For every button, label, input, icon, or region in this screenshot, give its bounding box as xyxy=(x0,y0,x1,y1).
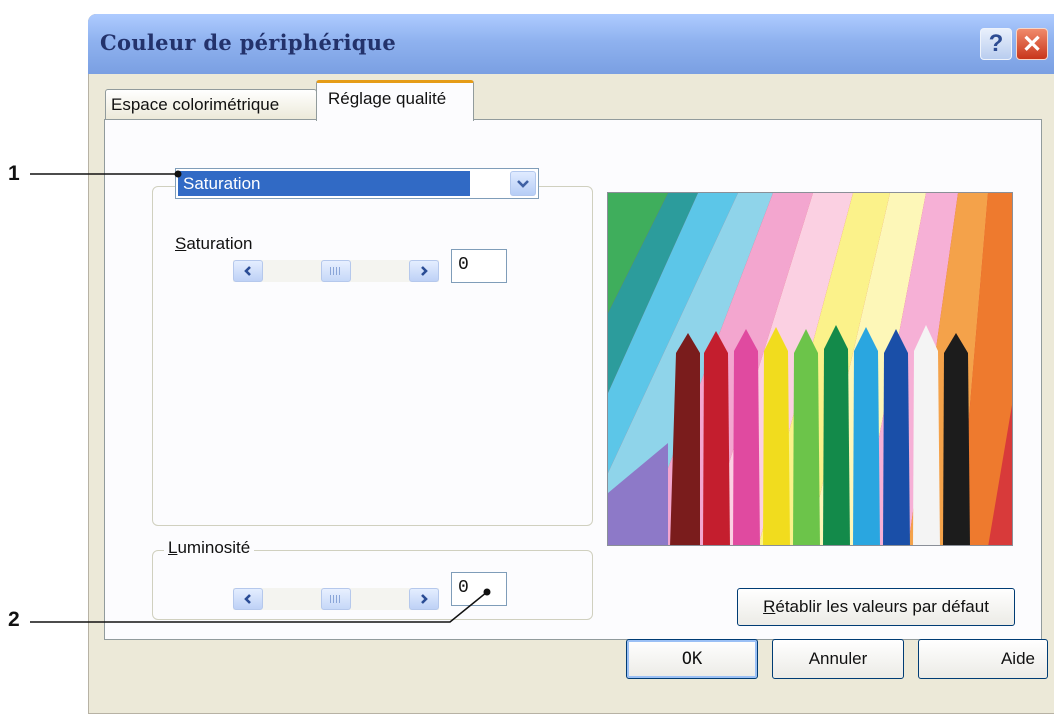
chevron-left-icon[interactable] xyxy=(233,588,263,610)
chevron-down-icon[interactable] xyxy=(510,171,536,196)
help-title-button[interactable]: ? xyxy=(980,28,1012,60)
saturation-value-field[interactable]: 0 xyxy=(451,249,507,283)
saturation-slider-thumb[interactable] xyxy=(321,260,351,282)
tab-reglage-qualite[interactable]: Réglage qualité xyxy=(316,80,474,121)
window-title: Couleur de périphérique xyxy=(100,30,396,55)
chevron-left-icon[interactable] xyxy=(233,260,263,282)
reset-defaults-button[interactable]: Rétablir les valeurs par défaut xyxy=(737,588,1015,626)
chevron-right-icon[interactable] xyxy=(409,588,439,610)
ok-button[interactable]: OK xyxy=(626,639,758,679)
adjustment-dropdown[interactable]: Saturation xyxy=(175,168,539,199)
dropdown-selected-value: Saturation xyxy=(178,171,470,196)
luminosity-slider[interactable] xyxy=(233,588,439,610)
preview-image xyxy=(607,192,1013,546)
crayons-preview-image xyxy=(608,193,1012,545)
luminosity-value-field[interactable]: 0 xyxy=(451,572,507,606)
tab-espace-colorimetrique[interactable]: Espace colorimétrique xyxy=(105,89,317,120)
tab-panel: Saturation Saturation 0 Luminosité 0 R é… xyxy=(104,119,1042,640)
callout-2: 2 xyxy=(8,608,20,631)
saturation-label: Saturation xyxy=(175,234,253,253)
dialog-window: Couleur de périphérique ? ✕ Espace color… xyxy=(88,14,1054,714)
chevron-right-icon[interactable] xyxy=(409,260,439,282)
luminosity-slider-thumb[interactable] xyxy=(321,588,351,610)
luminosity-label: Luminosité xyxy=(164,538,255,558)
cancel-button[interactable]: Annuler xyxy=(772,639,904,679)
help-button[interactable]: Aide xyxy=(918,639,1048,679)
saturation-slider[interactable] xyxy=(233,260,439,282)
title-bar[interactable]: Couleur de périphérique ? ✕ xyxy=(88,14,1054,74)
callout-1: 1 xyxy=(8,162,20,185)
close-button[interactable]: ✕ xyxy=(1016,28,1048,60)
